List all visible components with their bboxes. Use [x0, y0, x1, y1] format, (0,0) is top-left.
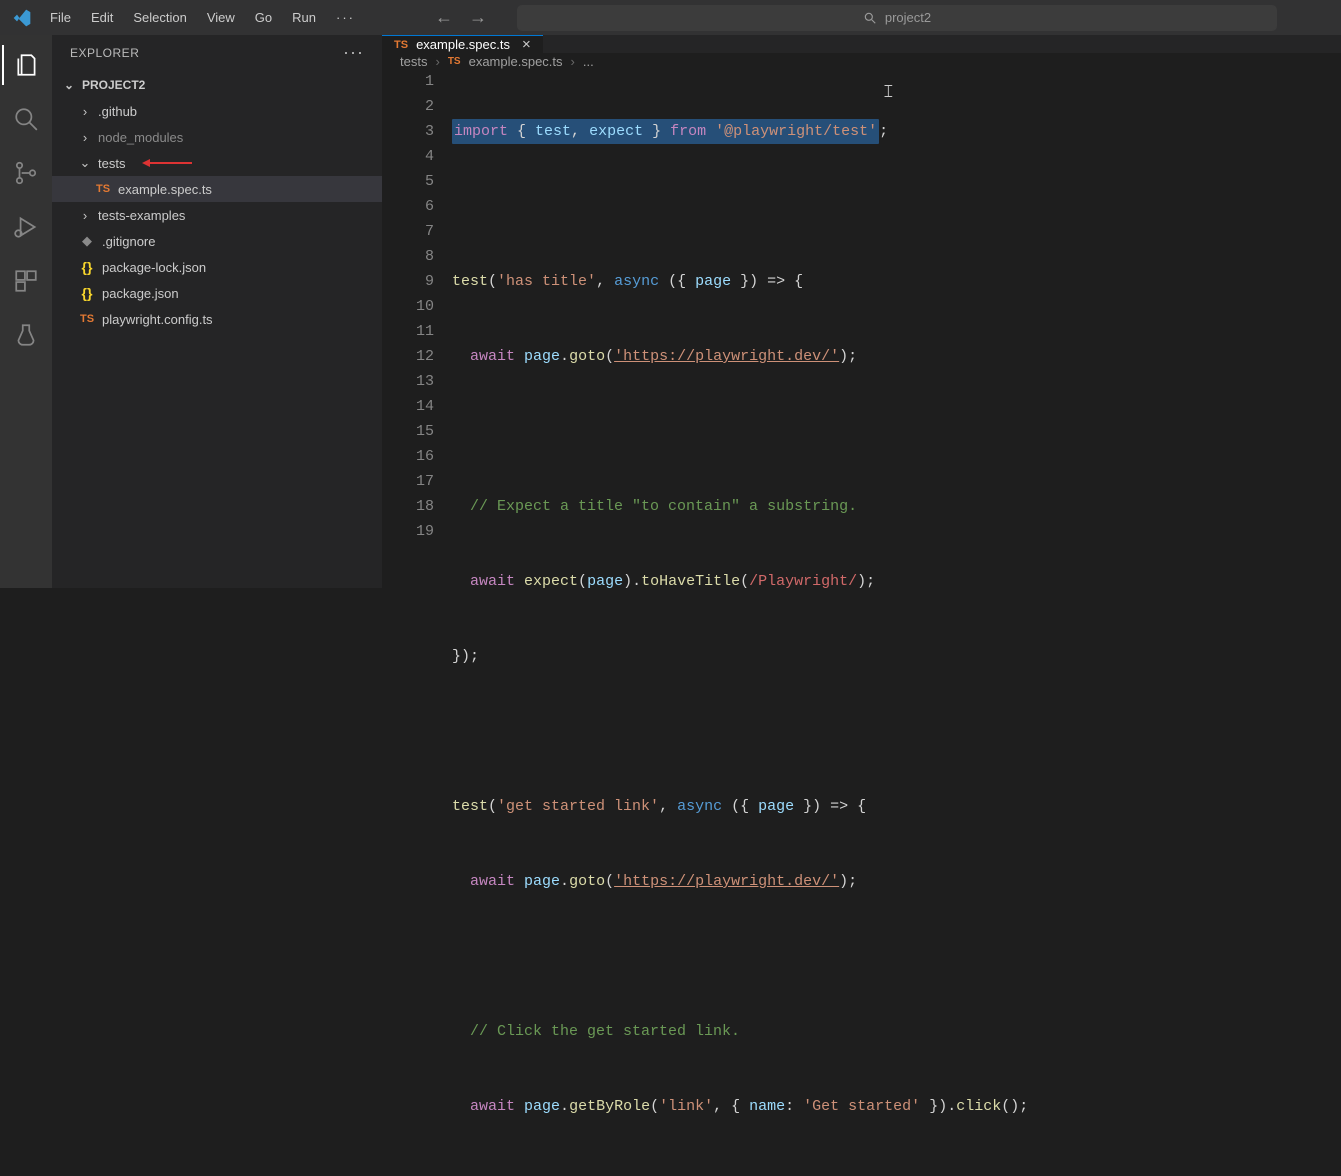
nav-forward-icon[interactable]: → — [469, 7, 487, 28]
menu-edit[interactable]: Edit — [81, 4, 123, 31]
sidebar-title: EXPLORER — [70, 46, 139, 60]
chevron-right-icon: › — [78, 104, 92, 118]
typescript-file-icon: TS — [448, 56, 461, 67]
search-placeholder: project2 — [885, 10, 931, 25]
line-number: 7 — [382, 219, 434, 244]
tree-file-example-spec[interactable]: TS example.spec.ts — [52, 176, 382, 202]
line-number: 14 — [382, 394, 434, 419]
activity-bar — [0, 35, 52, 588]
tree-file-package-lock[interactable]: {} package-lock.json — [52, 254, 382, 280]
code-content[interactable]: import { test, expect } from '@playwrigh… — [452, 69, 1341, 1176]
line-number: 11 — [382, 319, 434, 344]
line-number: 15 — [382, 419, 434, 444]
menu-run[interactable]: Run — [282, 4, 326, 31]
breadcrumb-file: example.spec.ts — [469, 54, 563, 69]
tree-label: playwright.config.ts — [102, 312, 213, 327]
activity-search-icon[interactable] — [2, 99, 50, 139]
command-center-search[interactable]: project2 — [517, 5, 1277, 31]
typescript-file-icon: TS — [394, 39, 408, 51]
tree-label: tests-examples — [98, 208, 185, 223]
tree-folder-github[interactable]: › .github — [52, 98, 382, 124]
breadcrumb-tail: ... — [583, 54, 594, 69]
tree-file-package-json[interactable]: {} package.json — [52, 280, 382, 306]
tree-folder-node-modules[interactable]: › node_modules — [52, 124, 382, 150]
chevron-right-icon: › — [78, 208, 92, 222]
project-name: PROJECT2 — [82, 78, 145, 92]
line-number: 18 — [382, 494, 434, 519]
tree-label: tests — [98, 156, 125, 171]
line-number: 3 — [382, 119, 434, 144]
chevron-right-icon: › — [571, 54, 575, 69]
nav-back-icon[interactable]: ← — [435, 7, 453, 28]
tree-file-gitignore[interactable]: ◆ .gitignore — [52, 228, 382, 254]
tree-file-playwright-config[interactable]: TS playwright.config.ts — [52, 306, 382, 332]
code-editor[interactable]: 1 2 3 4 5 6 7 8 9 10 11 12 13 14 15 16 1… — [382, 69, 1341, 1176]
line-number: 16 — [382, 444, 434, 469]
sidebar-header: EXPLORER ··· — [52, 35, 382, 70]
gutter: 1 2 3 4 5 6 7 8 9 10 11 12 13 14 15 16 1… — [382, 69, 452, 1176]
gitignore-file-icon: ◆ — [78, 233, 96, 249]
chevron-right-icon: › — [435, 54, 439, 69]
chevron-down-icon: ⌄ — [62, 78, 76, 92]
json-file-icon: {} — [78, 285, 96, 301]
tree-folder-tests-examples[interactable]: › tests-examples — [52, 202, 382, 228]
editor-tabs: TS example.spec.ts × — [382, 35, 1341, 54]
editor-group: TS example.spec.ts × tests › TS example.… — [382, 35, 1341, 588]
line-number: 8 — [382, 244, 434, 269]
menu-file[interactable]: File — [40, 4, 81, 31]
menu-view[interactable]: View — [197, 4, 245, 31]
line-number: 19 — [382, 519, 434, 544]
text-cursor-icon: 𝙸 — [882, 81, 895, 106]
typescript-file-icon: TS — [94, 183, 112, 195]
tab-filename: example.spec.ts — [416, 37, 510, 52]
line-number: 17 — [382, 469, 434, 494]
activity-run-debug-icon[interactable] — [2, 207, 50, 247]
line-number: 10 — [382, 294, 434, 319]
activity-source-control-icon[interactable] — [2, 153, 50, 193]
explorer-sidebar: EXPLORER ··· ⌄ PROJECT2 › .github › node… — [52, 35, 382, 588]
close-icon[interactable]: × — [522, 36, 531, 53]
menu-selection[interactable]: Selection — [123, 4, 196, 31]
workbench: EXPLORER ··· ⌄ PROJECT2 › .github › node… — [0, 35, 1341, 588]
tree-label: package-lock.json — [102, 260, 206, 275]
sidebar-more-icon[interactable]: ··· — [343, 42, 364, 63]
line-number: 4 — [382, 144, 434, 169]
breadcrumb[interactable]: tests › TS example.spec.ts › ... — [382, 54, 1341, 69]
menu-go[interactable]: Go — [245, 4, 282, 31]
tree-label: .github — [98, 104, 137, 119]
vscode-logo-icon — [10, 6, 34, 30]
line-number: 12 — [382, 344, 434, 369]
typescript-file-icon: TS — [78, 313, 96, 325]
menu-bar: File Edit Selection View Go Run ··· — [40, 4, 365, 31]
tree-label: example.spec.ts — [118, 182, 212, 197]
title-bar: File Edit Selection View Go Run ··· ← → … — [0, 0, 1341, 35]
line-number: 1 — [382, 69, 434, 94]
tree-folder-tests[interactable]: ⌄ tests — [52, 150, 382, 176]
annotation-arrow-icon — [142, 159, 192, 167]
line-number: 5 — [382, 169, 434, 194]
editor-tab-active[interactable]: TS example.spec.ts × — [382, 35, 543, 53]
line-number: 13 — [382, 369, 434, 394]
search-icon — [863, 11, 877, 25]
tree-label: node_modules — [98, 130, 183, 145]
tree-root[interactable]: ⌄ PROJECT2 — [52, 72, 382, 98]
breadcrumb-folder: tests — [400, 54, 427, 69]
chevron-right-icon: › — [78, 130, 92, 144]
activity-testing-icon[interactable] — [2, 315, 50, 355]
line-number: 9 — [382, 269, 434, 294]
json-file-icon: {} — [78, 259, 96, 275]
tree-label: .gitignore — [102, 234, 155, 249]
nav-arrows: ← → — [435, 7, 487, 28]
line-number: 2 — [382, 94, 434, 119]
tree-label: package.json — [102, 286, 179, 301]
file-tree: ⌄ PROJECT2 › .github › node_modules ⌄ te… — [52, 70, 382, 332]
activity-explorer-icon[interactable] — [2, 45, 50, 85]
chevron-down-icon: ⌄ — [78, 156, 92, 170]
menu-more-icon[interactable]: ··· — [326, 4, 365, 31]
line-number: 6 — [382, 194, 434, 219]
activity-extensions-icon[interactable] — [2, 261, 50, 301]
